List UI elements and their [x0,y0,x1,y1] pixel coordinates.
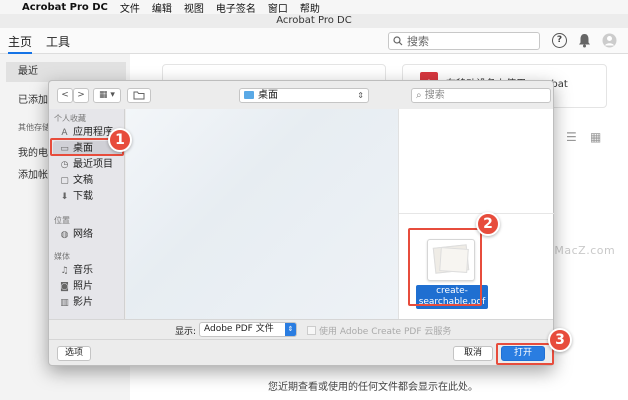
tab-home[interactable]: 主页 [8,33,33,54]
window-title: Acrobat Pro DC [0,14,628,28]
sidebar-label: 下载 [73,191,93,202]
dialog-search-input[interactable]: ⌕ 搜索 [411,88,551,103]
media-heading: 媒体 [54,252,70,261]
sidebar-item-downloads[interactable]: ⬇ 下载 [53,189,123,204]
grid-view-icon[interactable]: ▦ [590,130,601,144]
folder-icon [133,91,145,100]
cloud-option-label: 使用 Adobe Create PDF 云服务 [319,327,452,337]
dialog-search-placeholder: 搜索 [424,90,445,101]
help-icon[interactable]: ? [552,33,567,48]
sidebar-label: 网络 [73,229,93,240]
app-toolbar: 主页 工具 搜索 ? [0,28,628,54]
select-arrows-icon: ⇕ [285,323,296,336]
nav-recent[interactable]: 最近 [6,62,126,82]
menubar: Acrobat Pro DC 文件 编辑 视图 电子签名 窗口 帮助 [0,0,628,15]
step-badge-1: 1 [108,128,132,152]
location-label: 桌面 [258,90,278,101]
sidebar-label: 应用程序 [73,127,113,138]
sidebar-item-network[interactable]: ◍ 网络 [53,227,123,242]
camera-icon: ◙ [60,282,69,292]
sidebar-label: 影片 [73,297,93,308]
location-popup[interactable]: 桌面 ⇕ [239,88,369,103]
menu-edit[interactable]: 编辑 [152,0,172,15]
back-button[interactable]: < [57,88,73,103]
checkbox-icon [307,326,316,335]
highlight-open-button [496,343,554,365]
cloud-service-checkbox[interactable]: 使用 Adobe Create PDF 云服务 [307,324,451,337]
sidebar-item-music[interactable]: ♫ 音乐 [53,263,123,278]
search-placeholder: 搜索 [407,35,429,48]
cancel-button[interactable]: 取消 [453,346,493,361]
view-mode-button[interactable]: ▦ ▾ [93,88,121,103]
options-button[interactable]: 选项 [57,346,91,361]
favorites-heading: 个人收藏 [54,114,86,123]
bell-icon[interactable] [578,33,591,48]
document-icon: ▢ [60,176,69,186]
avatar-icon[interactable] [602,33,617,48]
locations-heading: 位置 [54,216,70,225]
search-icon: ⌕ [416,90,422,101]
highlight-file [408,228,482,306]
menu-app-name[interactable]: Acrobat Pro DC [22,2,108,13]
download-icon: ⬇ [60,192,69,202]
sidebar-label: 最近项目 [73,159,113,170]
step-badge-3: 3 [548,328,572,352]
empty-recent-text: 您近期查看或使用的任何文件都会显示在此处。 [268,382,478,393]
nav-storage-heading: 其他存储 [18,123,50,132]
sidebar-item-recents[interactable]: ◷ 最近项目 [53,157,123,172]
popup-arrows-icon: ⇕ [357,91,364,100]
menu-help[interactable]: 帮助 [300,0,320,15]
step-badge-2: 2 [476,212,500,236]
dialog-toolbar: < > ▦ ▾ 桌面 ⇕ ⌕ 搜索 [49,81,553,109]
network-icon: ◍ [60,230,69,240]
menu-file[interactable]: 文件 [120,0,140,15]
clock-icon: ◷ [60,160,69,170]
tab-tools[interactable]: 工具 [46,33,70,50]
film-icon: ▥ [60,298,69,308]
list-view-icon[interactable]: ☰ [566,130,577,144]
toolbar-search-input[interactable]: 搜索 [388,32,540,50]
format-select[interactable]: Adobe PDF 文件 ⇕ [199,322,297,337]
sidebar-item-movies[interactable]: ▥ 影片 [53,295,123,310]
sidebar-label: 文稿 [73,175,93,186]
format-value: Adobe PDF 文件 [204,324,274,334]
desktop-folder-icon [244,91,254,99]
column-divider [399,213,554,214]
format-label: 显示: [175,327,197,337]
music-icon: ♫ [60,266,69,276]
sidebar-label: 照片 [73,281,93,292]
sidebar-item-documents[interactable]: ▢ 文稿 [53,173,123,188]
sidebar-item-photos[interactable]: ◙ 照片 [53,279,123,294]
menu-window[interactable]: 窗口 [268,0,288,15]
menu-esign[interactable]: 电子签名 [216,0,256,15]
new-folder-button[interactable] [127,88,151,103]
forward-button[interactable]: > [73,88,89,103]
file-browser-column[interactable] [126,109,398,319]
menu-view[interactable]: 视图 [184,0,204,15]
search-icon [393,36,403,46]
sidebar-label: 音乐 [73,265,93,276]
dialog-button-bar: 选项 取消 打开 [49,339,553,365]
format-bar: 显示: Adobe PDF 文件 ⇕ 使用 Adobe Create PDF 云… [49,319,553,339]
